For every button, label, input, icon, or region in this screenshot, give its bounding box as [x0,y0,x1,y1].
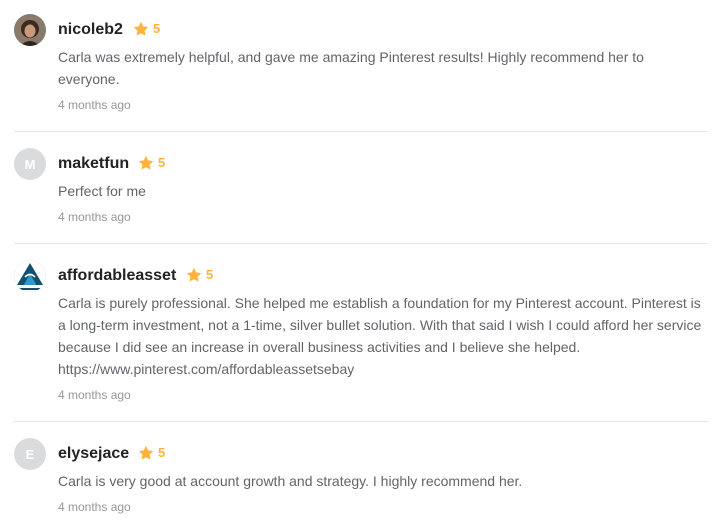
divider [14,243,708,244]
avatar[interactable] [14,260,46,292]
rating: 5 [133,21,160,37]
review-text: Carla is purely professional. She helped… [58,295,702,377]
avatar-letter: M [24,156,36,172]
rating-value: 5 [206,267,214,282]
username[interactable]: affordableasset [58,266,176,286]
review-text: Carla is very good at account growth and… [58,473,523,489]
review-time: 4 months ago [58,388,131,402]
user-photo-icon [14,14,46,46]
username[interactable]: elysejace [58,444,129,464]
review-time: 4 months ago [58,98,131,112]
review-text: Perfect for me [58,183,146,199]
review-time: 4 months ago [58,210,131,224]
rating: 5 [138,445,165,461]
affordable-asset-logo-icon [14,260,46,292]
avatar[interactable]: E [14,438,46,470]
rating: 5 [186,267,213,283]
rating: 5 [138,155,165,171]
divider [14,131,708,132]
username[interactable]: maketfun [58,154,129,174]
review-text: Carla was extremely helpful, and gave me… [58,49,644,87]
rating-value: 5 [158,155,166,170]
avatar-letter: E [25,446,35,462]
star-icon [133,21,149,36]
star-icon [138,155,154,170]
star-icon [186,267,202,282]
divider [14,421,708,422]
avatar[interactable] [14,14,46,46]
star-icon [138,445,154,460]
review-time: 4 months ago [58,500,131,514]
rating-value: 5 [158,445,166,460]
avatar[interactable]: M [14,148,46,180]
username[interactable]: nicoleb2 [58,20,123,40]
rating-value: 5 [153,21,161,36]
